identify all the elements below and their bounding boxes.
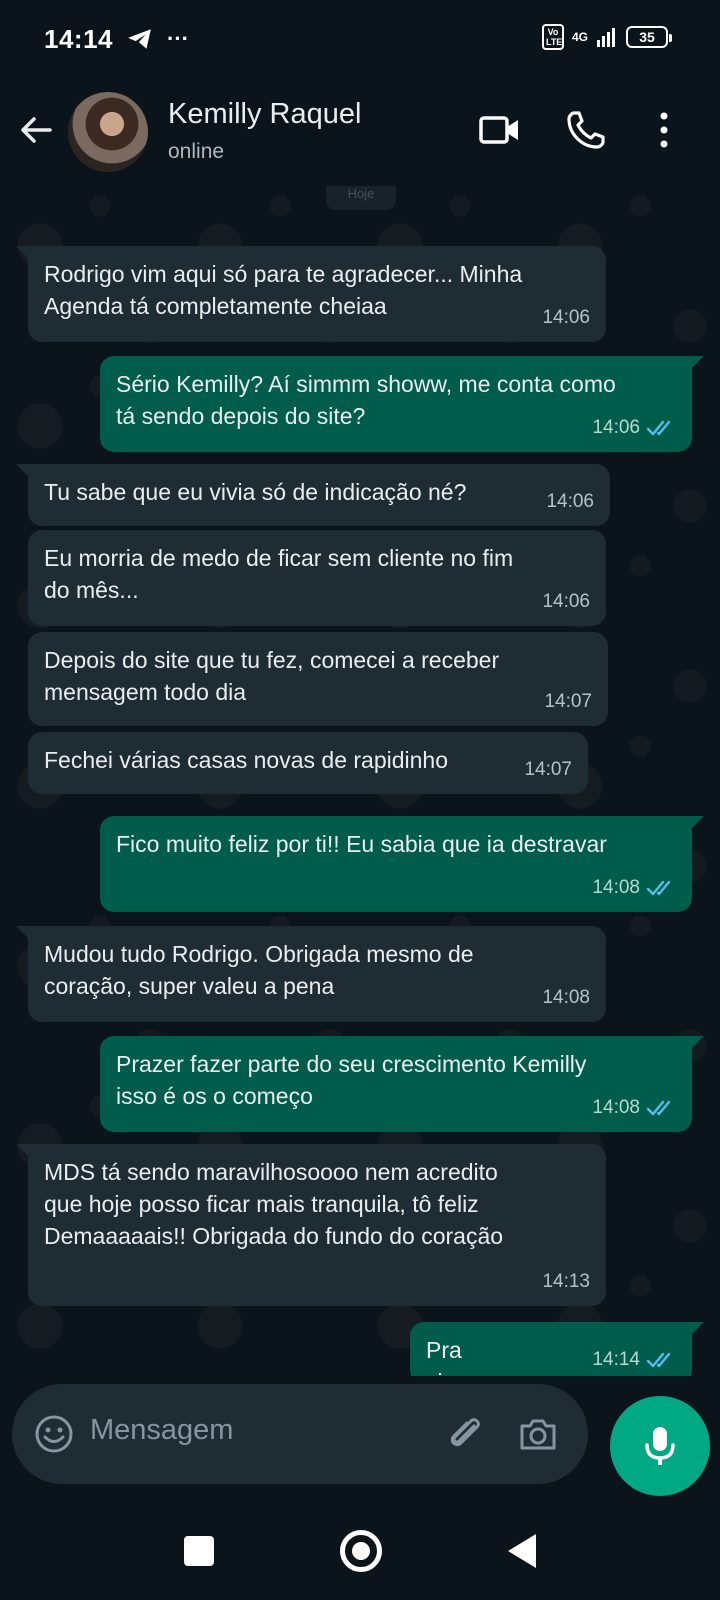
message-time: 14:06 xyxy=(592,417,640,438)
message-text: Fico muito feliz por ti!! Eu sabia que i… xyxy=(116,831,607,857)
message-text: Fechei várias casas novas de rapidinho xyxy=(44,747,449,773)
message-outgoing[interactable]: Pra cimaaaaa 14:14 xyxy=(410,1322,704,1376)
telegram-icon xyxy=(128,29,151,49)
avatar[interactable] xyxy=(68,92,148,172)
camera-icon[interactable] xyxy=(516,1412,560,1456)
read-ticks-icon xyxy=(646,1100,671,1116)
network-type: 4G xyxy=(571,30,588,44)
signal-icon xyxy=(597,28,615,47)
message-incoming[interactable]: Mudou tudo Rodrigo. Obrigada mesmo de co… xyxy=(16,926,606,1022)
message-time: 14:07 xyxy=(544,691,592,712)
battery-indicator: 35 xyxy=(626,26,672,48)
message-time: 14:06 xyxy=(542,307,590,328)
read-ticks-icon xyxy=(646,1352,671,1368)
message-incoming[interactable]: Depois do site que tu fez, comecei a rec… xyxy=(28,632,608,726)
message-time: 14:13 xyxy=(542,1271,590,1292)
status-time: 14:14 xyxy=(44,23,113,54)
message-incoming[interactable]: Eu morria de medo de ficar sem cliente n… xyxy=(28,530,606,626)
message-incoming[interactable]: Fechei várias casas novas de rapidinho 1… xyxy=(28,732,588,794)
system-back-button[interactable] xyxy=(508,1534,536,1568)
message-incoming[interactable]: Rodrigo vim aqui só para te agradecer...… xyxy=(16,246,606,342)
home-button[interactable] xyxy=(340,1530,382,1572)
read-ticks-icon xyxy=(646,420,671,436)
more-options-icon[interactable] xyxy=(652,108,676,152)
emoji-icon[interactable] xyxy=(34,1414,74,1454)
status-bar: 14:14 ··· Vo LTE 4G 35 xyxy=(0,0,720,78)
video-call-icon[interactable] xyxy=(478,108,522,152)
message-time: 14:06 xyxy=(542,591,590,612)
message-time: 14:14 xyxy=(592,1349,640,1370)
message-time: 14:08 xyxy=(592,877,640,898)
message-incoming[interactable]: MDS tá sendo maravilhosoooo nem acredito… xyxy=(16,1144,606,1306)
recent-apps-button[interactable] xyxy=(184,1536,214,1566)
microphone-icon xyxy=(645,1427,675,1465)
message-text: Rodrigo vim aqui só para te agradecer...… xyxy=(44,261,523,319)
message-text: Depois do site que tu fez, comecei a rec… xyxy=(44,647,500,705)
message-time: 14:08 xyxy=(592,1097,640,1118)
read-ticks-icon xyxy=(646,880,671,896)
message-time: 14:07 xyxy=(524,759,572,780)
volte-badge: Vo LTE xyxy=(541,24,564,50)
date-chip: Hoje xyxy=(326,186,396,210)
message-text: Mudou tudo Rodrigo. Obrigada mesmo de co… xyxy=(44,941,474,999)
attach-icon[interactable] xyxy=(444,1412,488,1456)
message-text: Eu morria de medo de ficar sem cliente n… xyxy=(44,545,514,603)
voice-call-icon[interactable] xyxy=(564,108,608,152)
date-chip-label: Hoje xyxy=(347,186,375,201)
microphone-button[interactable] xyxy=(610,1396,710,1496)
message-incoming[interactable]: Tu sabe que eu vivia só de indicação né?… xyxy=(16,464,610,526)
chat-area[interactable]: Hoje Rodrigo vim aqui só para te agradec… xyxy=(0,186,720,1376)
contact-name[interactable]: Kemilly Raquel xyxy=(168,98,361,131)
status-more-indicator: ··· xyxy=(167,26,189,51)
message-time: 14:08 xyxy=(542,987,590,1008)
message-text: MDS tá sendo maravilhosoooo nem acredito… xyxy=(44,1159,504,1249)
message-input[interactable]: Mensagem xyxy=(90,1414,233,1447)
chat-header: Kemilly Raquel online xyxy=(0,78,720,186)
message-composer[interactable]: Mensagem xyxy=(12,1384,588,1484)
message-outgoing[interactable]: Fico muito feliz por ti!! Eu sabia que i… xyxy=(100,816,704,912)
contact-status: online xyxy=(168,140,225,163)
system-nav-bar xyxy=(0,1500,720,1600)
message-outgoing[interactable]: Sério Kemilly? Aí simmm showw, me conta … xyxy=(100,356,704,452)
message-time: 14:06 xyxy=(546,491,594,512)
message-text: Tu sabe que eu vivia só de indicação né? xyxy=(44,479,467,505)
message-outgoing[interactable]: Prazer fazer parte do seu crescimento Ke… xyxy=(100,1036,704,1132)
back-arrow-icon[interactable] xyxy=(16,110,56,150)
